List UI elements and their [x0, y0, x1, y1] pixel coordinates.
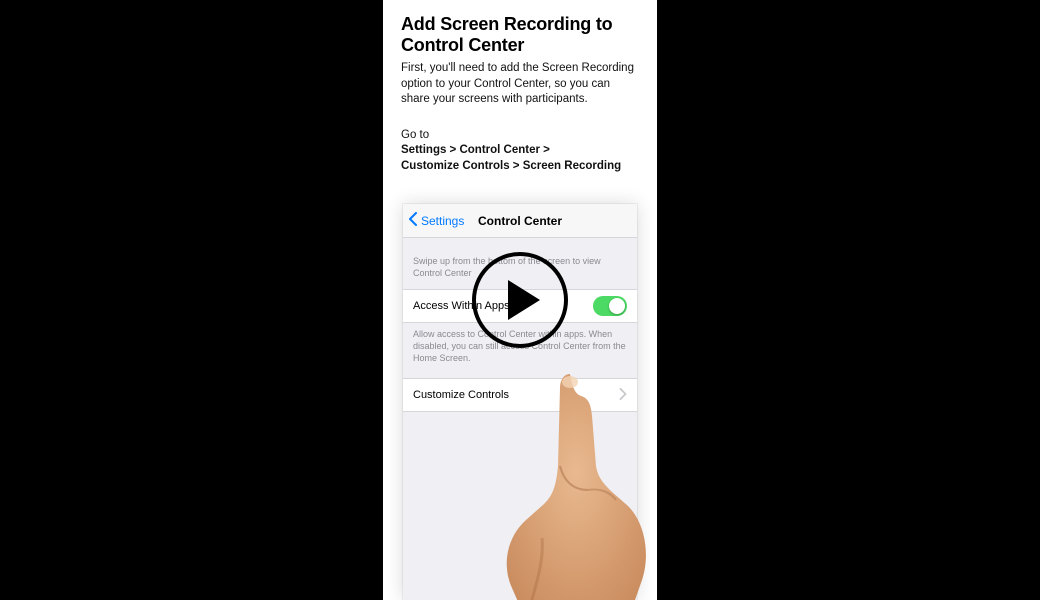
card-description: First, you'll need to add the Screen Rec… — [401, 61, 639, 108]
goto-label: Go to — [401, 128, 639, 144]
play-icon — [508, 280, 540, 320]
toggle-switch-on-icon[interactable] — [593, 296, 627, 316]
ios-row-customize-controls[interactable]: Customize Controls — [403, 378, 637, 412]
nav-path-line-2: Customize Controls > Screen Recording — [401, 159, 639, 175]
ios-navbar: Settings Control Center — [403, 204, 637, 238]
card-title: Add Screen Recording to Control Center — [401, 14, 639, 55]
ios-nav-title: Control Center — [403, 214, 637, 228]
chevron-right-icon — [619, 388, 627, 403]
card-goto-block: Go to Settings > Control Center > Custom… — [401, 128, 639, 175]
video-play-button[interactable] — [472, 252, 568, 348]
ios-row-customize-label: Customize Controls — [413, 389, 509, 401]
nav-path-line-1: Settings > Control Center > — [401, 143, 639, 159]
